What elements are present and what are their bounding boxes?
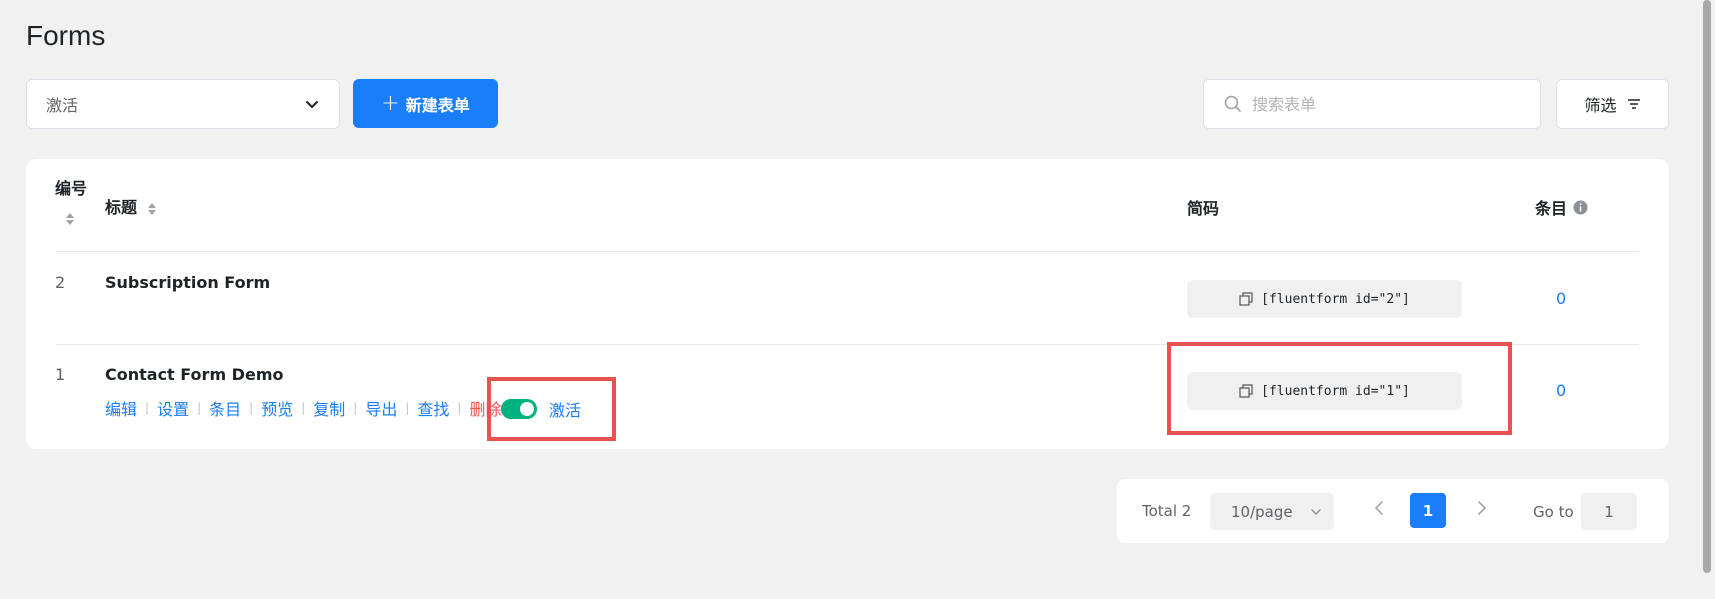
export-link[interactable]: 导出 (365, 396, 397, 420)
pagination-total: Total 2 (1142, 502, 1192, 520)
header-id[interactable]: 编号 (55, 175, 87, 199)
entries-count-link[interactable]: 0 (1556, 289, 1566, 308)
highlight-box-status (487, 377, 616, 441)
duplicate-link[interactable]: 复制 (313, 396, 345, 420)
pagination: Total 2 10/page 1 Go to 1 (1117, 479, 1669, 543)
highlight-box-shortcode (1167, 342, 1512, 435)
search-icon (1224, 95, 1241, 112)
filter-button[interactable]: 筛选 (1556, 79, 1669, 129)
entries-link[interactable]: 条目 (209, 396, 241, 420)
search-box[interactable] (1203, 79, 1541, 129)
new-form-button[interactable]: + 新建表单 (353, 79, 498, 128)
header-divider (56, 251, 1639, 252)
page-size-select[interactable]: 10/page (1210, 493, 1334, 530)
page-size-value: 10/page (1231, 502, 1293, 521)
page-title: Forms (26, 20, 106, 51)
header-shortcode: 简码 (1187, 199, 1220, 218)
chevron-down-icon (306, 101, 318, 108)
row-title[interactable]: Subscription Form (105, 273, 270, 292)
scrollbar-track[interactable] (1699, 0, 1715, 599)
shortcode-text: [fluentform id="2"] (1261, 291, 1410, 307)
status-select-value: 激活 (46, 96, 79, 115)
shortcode-copy-button[interactable]: [fluentform id="2"] (1187, 280, 1462, 318)
copy-icon (1239, 292, 1253, 306)
filter-icon (1627, 99, 1640, 109)
settings-link[interactable]: 设置 (157, 396, 189, 420)
new-form-label: 新建表单 (405, 95, 470, 115)
row-actions: 编辑 | 设置 | 条目 | 预览 | 复制 | 导出 | 查找 | 删除 (105, 396, 501, 420)
row-title[interactable]: Contact Form Demo (105, 365, 283, 384)
header-title[interactable]: 标题 (105, 194, 157, 218)
filter-label: 筛选 (1584, 96, 1617, 115)
goto-page-input[interactable]: 1 (1581, 493, 1637, 530)
header-title-label: 标题 (105, 198, 138, 217)
header-entries-label: 条目 (1535, 199, 1568, 218)
info-icon[interactable] (1573, 200, 1588, 215)
search-input[interactable] (1252, 94, 1512, 114)
chevron-down-icon (1311, 508, 1321, 515)
scrollbar-thumb[interactable] (1703, 0, 1711, 573)
next-page-icon[interactable] (1476, 499, 1488, 517)
goto-label: Go to (1533, 503, 1574, 521)
edit-link[interactable]: 编辑 (105, 396, 137, 420)
page-number-button[interactable]: 1 (1410, 493, 1446, 528)
find-link[interactable]: 查找 (417, 396, 449, 420)
status-select[interactable]: 激活 (26, 79, 340, 129)
prev-page-icon[interactable] (1373, 499, 1385, 517)
row-id: 1 (55, 365, 66, 384)
preview-link[interactable]: 预览 (261, 396, 293, 420)
sort-icon (147, 202, 156, 215)
header-entries: 条目 (1535, 195, 1588, 219)
sort-icon[interactable] (65, 211, 75, 227)
plus-icon: + (381, 90, 400, 116)
row-id: 2 (55, 273, 66, 292)
entries-count-link[interactable]: 0 (1556, 381, 1566, 400)
header-id-label: 编号 (55, 179, 88, 198)
